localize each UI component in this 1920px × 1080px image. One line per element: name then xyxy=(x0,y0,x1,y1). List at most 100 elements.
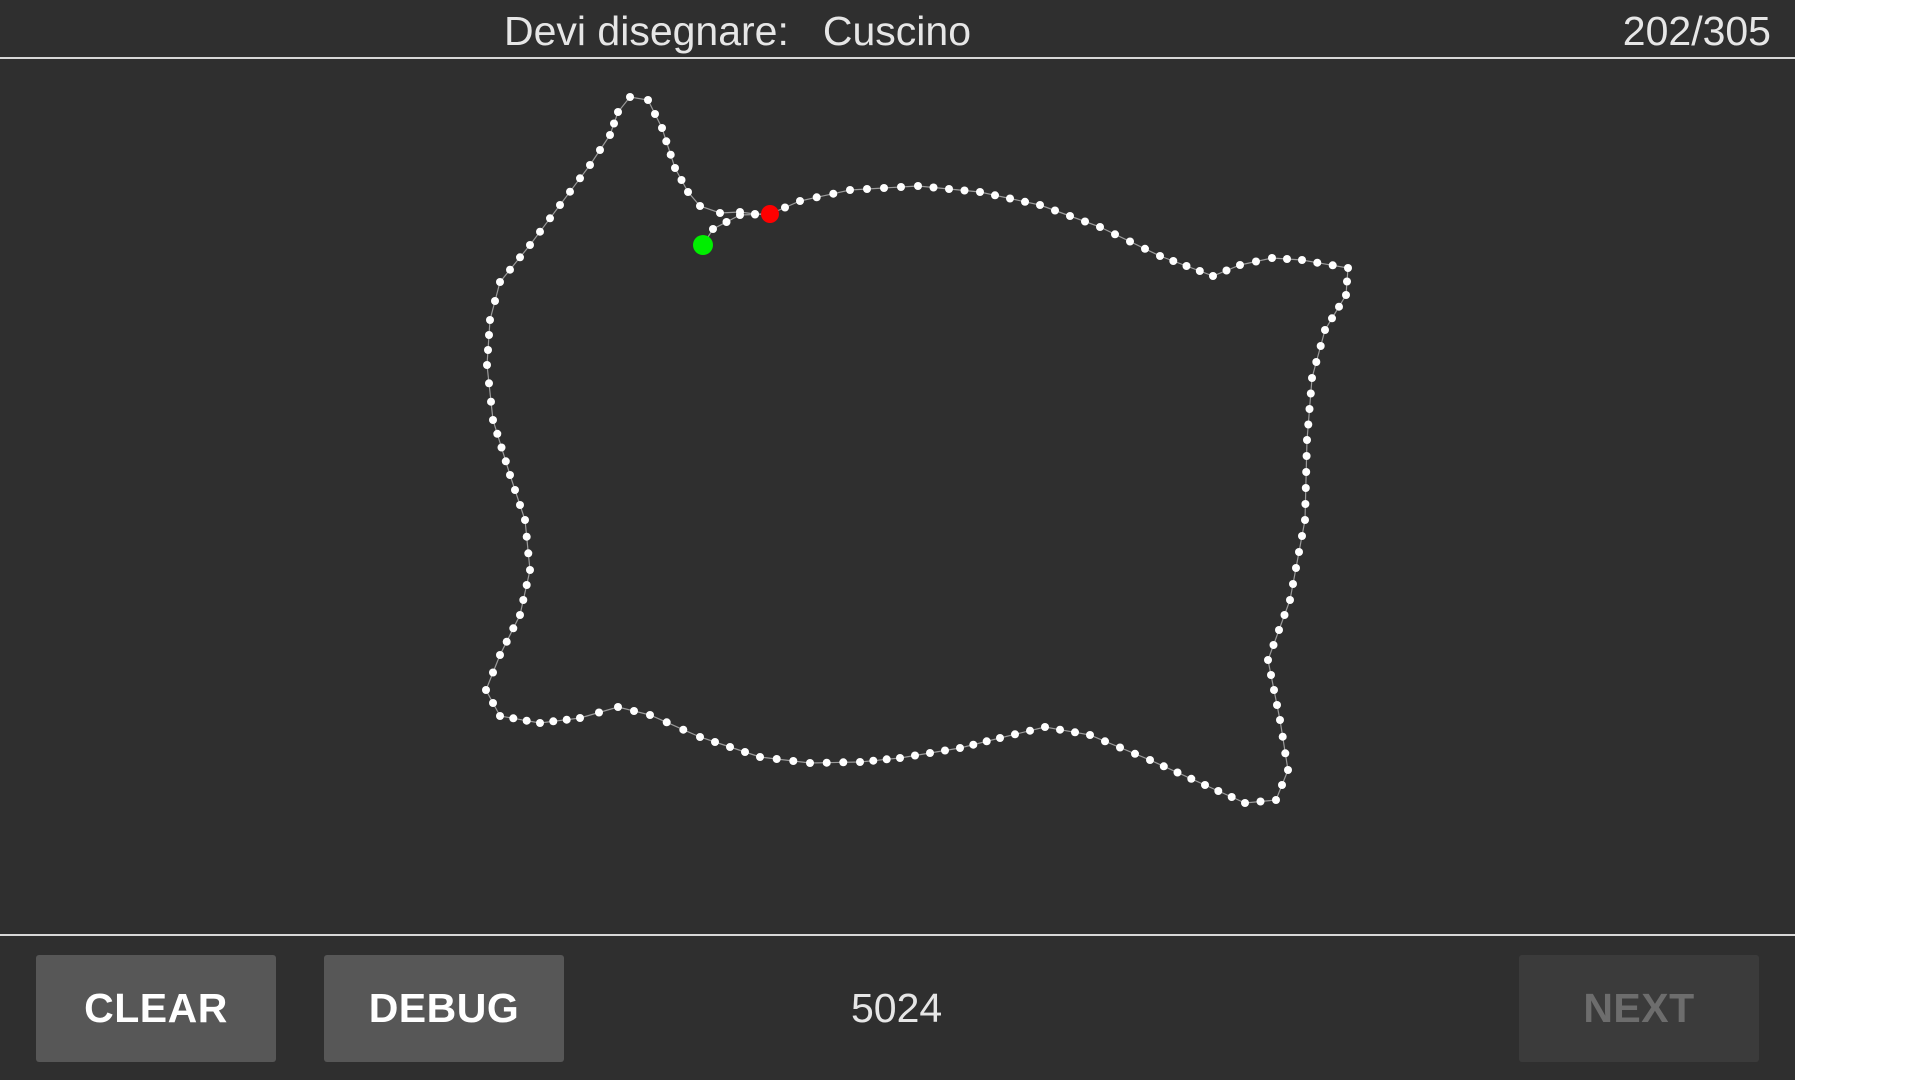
stroke-point xyxy=(1328,261,1337,270)
stroke-point xyxy=(1131,749,1139,758)
clear-button[interactable]: CLEAR xyxy=(36,955,276,1062)
stroke-point xyxy=(511,486,519,494)
stroke-point xyxy=(1086,731,1094,739)
stroke-point xyxy=(1182,262,1191,270)
stroke-point xyxy=(945,185,953,193)
top-bar: Devi disegnare: Cuscino 202/305 xyxy=(0,0,1795,59)
stroke-point xyxy=(1305,405,1314,413)
stroke-point xyxy=(516,253,524,262)
stroke-point xyxy=(556,201,564,209)
stroke-point xyxy=(596,146,604,154)
debug-button[interactable]: DEBUG xyxy=(324,955,564,1062)
stroke-point xyxy=(722,218,731,226)
stroke-point xyxy=(1159,762,1168,771)
stroke-point xyxy=(756,753,764,761)
stroke-point xyxy=(711,738,719,746)
stroke-point xyxy=(522,581,531,589)
stroke-point xyxy=(1195,267,1204,275)
stroke-point xyxy=(929,183,938,192)
stroke-point xyxy=(896,754,904,762)
stroke-point xyxy=(482,686,490,694)
stroke-point xyxy=(696,202,704,210)
stroke-point xyxy=(1316,342,1325,350)
stroke-point xyxy=(696,733,704,741)
stroke-point xyxy=(1302,468,1311,476)
stroke-point xyxy=(1302,452,1311,460)
stroke-point xyxy=(614,703,622,711)
stroke-point xyxy=(1281,749,1290,758)
stroke-point xyxy=(576,174,584,183)
progress-counter: 202/305 xyxy=(1622,8,1771,54)
stroke-point xyxy=(741,748,749,756)
stroke-point xyxy=(796,197,804,205)
stroke-point xyxy=(1096,223,1104,231)
prompt-text: Devi disegnare: Cuscino xyxy=(504,6,971,56)
stroke-point xyxy=(521,516,529,524)
stroke-point xyxy=(822,758,831,767)
stroke-point xyxy=(677,176,686,184)
next-button[interactable]: NEXT xyxy=(1519,955,1759,1062)
stroke-point xyxy=(1214,787,1223,795)
stroke-point xyxy=(1272,796,1280,804)
stroke-point xyxy=(1173,768,1182,777)
stroke-point xyxy=(484,346,492,354)
stroke-point xyxy=(1295,548,1303,556)
stroke-point xyxy=(1236,261,1244,269)
stroke-point xyxy=(662,718,671,727)
stroke-point xyxy=(546,214,554,223)
stroke-point xyxy=(586,161,594,169)
stroke-point xyxy=(1026,726,1034,735)
stroke-point xyxy=(726,743,734,751)
stroke-point xyxy=(679,725,688,734)
stroke-point xyxy=(880,184,888,192)
stroke-point xyxy=(1071,728,1079,737)
stroke-point xyxy=(926,749,934,757)
stroke-point xyxy=(1227,793,1236,801)
stroke-point xyxy=(1268,254,1276,262)
stroke-point xyxy=(956,744,964,752)
stroke-point xyxy=(1273,701,1281,709)
stroke-point xyxy=(506,471,514,479)
stroke-point xyxy=(1321,326,1329,334)
stroke-point xyxy=(716,209,724,217)
stroke-point xyxy=(846,186,854,194)
stroke-point xyxy=(496,651,504,659)
stroke-point xyxy=(960,186,969,195)
stroke-point xyxy=(506,265,514,274)
stroke-point xyxy=(1301,516,1309,524)
stroke-point xyxy=(982,737,991,746)
stroke-point xyxy=(976,188,984,196)
stroke-point xyxy=(1141,244,1149,253)
stroke-point xyxy=(709,225,717,233)
stroke-point xyxy=(1156,252,1164,260)
stroke-point xyxy=(522,716,531,725)
stroke-point xyxy=(509,624,518,633)
stroke-point xyxy=(806,759,814,767)
stroke-point xyxy=(566,187,574,196)
stroke-point xyxy=(483,361,491,369)
stroke-point xyxy=(1116,743,1124,752)
drawing-canvas[interactable] xyxy=(0,59,1795,934)
stroke-point xyxy=(1344,264,1352,272)
prompt-word: Cuscino xyxy=(822,8,972,54)
stroke-point xyxy=(489,416,497,424)
stroke-point xyxy=(644,96,652,104)
stroke-point xyxy=(1298,256,1306,264)
stroke-point xyxy=(522,532,531,541)
stroke-point xyxy=(493,429,502,438)
stroke-point xyxy=(626,93,634,101)
stroke-point xyxy=(736,208,744,216)
stroke-point xyxy=(869,756,878,765)
stroke-point xyxy=(646,711,654,719)
stroke-point xyxy=(1264,656,1272,664)
stroke-point xyxy=(1276,716,1284,724)
stroke-point xyxy=(751,210,759,218)
stroke-point xyxy=(1298,532,1306,540)
stroke-point xyxy=(1201,781,1209,789)
stroke-point xyxy=(496,712,504,720)
stroke-point xyxy=(856,758,864,766)
stroke-point xyxy=(562,715,571,724)
stroke-point xyxy=(536,227,544,236)
stroke-point xyxy=(491,297,499,305)
stroke-point xyxy=(486,316,494,324)
